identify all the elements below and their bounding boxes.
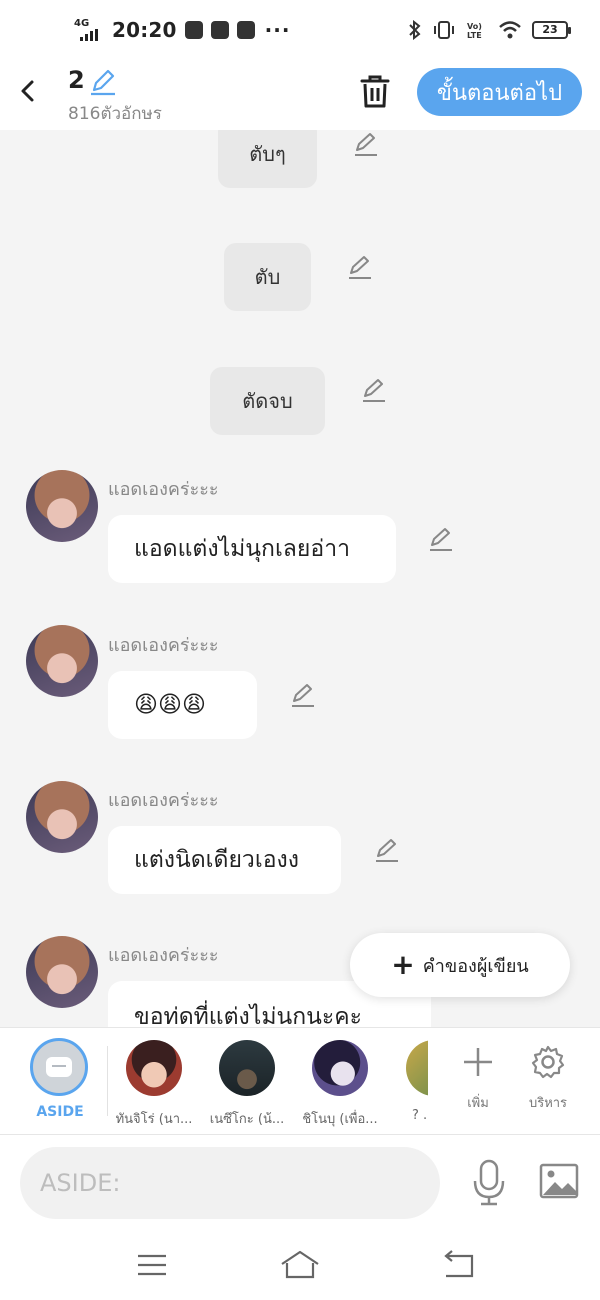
sender-name: แอดเองคร่ะะะ — [108, 790, 219, 811]
edit-message-icon[interactable] — [373, 838, 401, 864]
add-label: เพิ่ม — [467, 1096, 489, 1111]
divider — [107, 1046, 108, 1116]
image-icon[interactable] — [538, 1161, 580, 1201]
edit-title-icon[interactable] — [88, 68, 118, 96]
message-bubble[interactable]: แต่งนิดเดียวเองง — [108, 826, 341, 894]
clock: 20:20 — [112, 18, 177, 42]
shopping-bag-icon — [236, 21, 255, 39]
character-avatar — [126, 1040, 182, 1096]
add-character-button[interactable]: เพิ่ม — [448, 1042, 508, 1113]
avatar[interactable] — [26, 936, 98, 1008]
top-bar: 2 816ตัวอักษร ขั้นตอนต่อไป — [0, 60, 600, 130]
story-title[interactable]: 2 — [68, 66, 85, 94]
author-note-button[interactable]: + คำของผู้เขียน — [350, 933, 570, 997]
plus-icon — [464, 1048, 492, 1076]
back-nav-icon[interactable] — [438, 1248, 478, 1282]
vibrate-icon — [434, 21, 454, 39]
narration-bubble[interactable]: ตับ — [224, 243, 311, 311]
character-avatar — [219, 1040, 275, 1096]
character-avatar — [406, 1040, 428, 1096]
manage-label: บริหาร — [528, 1096, 568, 1111]
character-item[interactable]: ชิโนบุ (เพื่อ... — [300, 1040, 380, 1129]
menu-icon[interactable] — [132, 1248, 172, 1282]
character-selector: ASIDE ทันจิโร่ (นา... เนซึโกะ (น้... ชิโ… — [0, 1027, 600, 1135]
svg-text:LTE: LTE — [467, 31, 482, 40]
more-notifications-icon: ··· — [264, 18, 291, 42]
facebook-icon — [210, 21, 229, 39]
aside-label: ASIDE — [36, 1104, 84, 1120]
wifi-icon — [499, 21, 521, 39]
sender-name: แอดเองคร่ะะะ — [108, 945, 219, 966]
character-item[interactable]: ทันจิโร่ (นา... — [114, 1040, 194, 1129]
character-item[interactable]: เนซึโกะ (น้... — [207, 1040, 287, 1129]
edit-message-icon[interactable] — [352, 132, 380, 158]
character-name: ? ... — [412, 1108, 428, 1123]
avatar[interactable] — [26, 781, 98, 853]
sender-name: แอดเองคร่ะะะ — [108, 635, 219, 656]
narration-bubble[interactable]: ตับๆ — [218, 130, 317, 188]
manage-characters-button[interactable]: บริหาร — [518, 1042, 578, 1113]
bluetooth-icon — [409, 20, 421, 40]
battery-icon: 23 — [532, 21, 571, 39]
compose-bar — [0, 1135, 600, 1230]
gear-icon — [531, 1045, 565, 1079]
character-avatar — [312, 1040, 368, 1096]
signal-indicator: 4G — [74, 19, 104, 41]
avatar[interactable] — [26, 625, 98, 697]
message-bubble[interactable]: แอดแต่งไม่นุกเลยอ่าา — [108, 515, 396, 583]
message-input[interactable] — [20, 1147, 440, 1219]
avatar[interactable] — [26, 470, 98, 542]
aside-character[interactable]: ASIDE — [30, 1038, 90, 1120]
network-type: 4G — [74, 18, 90, 29]
instagram-icon — [184, 21, 203, 39]
character-item[interactable]: ? ... — [378, 1040, 428, 1123]
trash-icon[interactable] — [356, 72, 394, 112]
next-step-button[interactable]: ขั้นตอนต่อไป — [417, 68, 582, 116]
character-name: ชิโนบุ (เพื่อ... — [302, 1112, 378, 1127]
svg-text:Vo): Vo) — [467, 22, 482, 31]
home-icon[interactable] — [280, 1248, 320, 1282]
message-bubble[interactable]: 😩😩😩 — [108, 671, 257, 739]
chat-area[interactable]: ตับๆ ตับ ตัดจบ แอดเองคร่ะะะ แอดแต่งไม่นุ… — [0, 130, 600, 1027]
edit-message-icon[interactable] — [360, 378, 388, 404]
author-note-label: คำของผู้เขียน — [422, 955, 529, 977]
character-count: 816ตัวอักษร — [68, 104, 162, 124]
narration-bubble[interactable]: ตัดจบ — [210, 367, 325, 435]
character-name: เนซึโกะ (น้... — [209, 1112, 285, 1127]
edit-message-icon[interactable] — [427, 527, 455, 553]
edit-message-icon[interactable] — [346, 255, 374, 281]
volte-icon: Vo)LTE — [467, 22, 482, 40]
aside-chat-icon — [30, 1038, 88, 1096]
plus-icon: + — [391, 948, 415, 981]
back-arrow-icon[interactable] — [14, 74, 42, 108]
edit-message-icon[interactable] — [289, 683, 317, 709]
microphone-icon[interactable] — [468, 1157, 510, 1207]
status-bar: 4G 20:20 ··· Vo) LTE 23 — [0, 0, 600, 60]
character-name: ทันจิโร่ (นา... — [115, 1112, 193, 1127]
system-nav-bar — [0, 1230, 600, 1300]
sender-name: แอดเองคร่ะะะ — [108, 479, 219, 500]
